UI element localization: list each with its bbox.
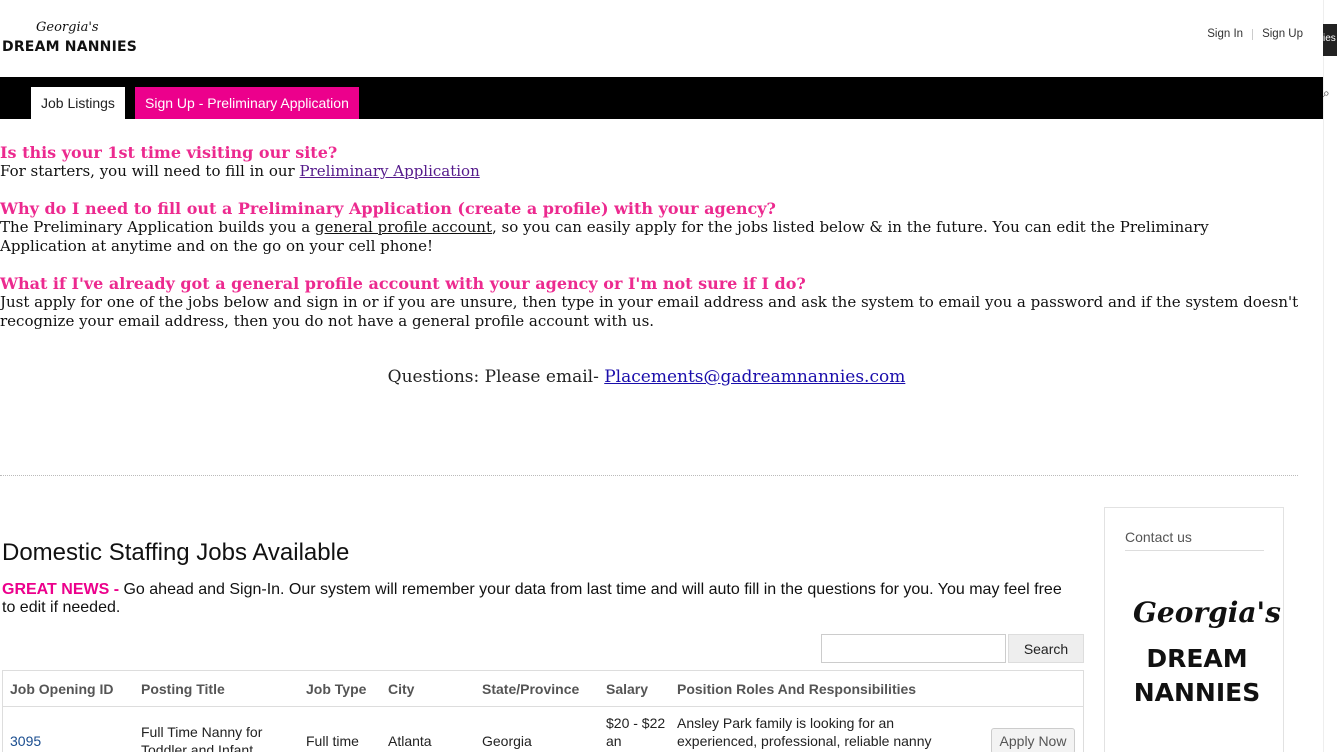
contact-logo-script: Georgia's xyxy=(1133,596,1281,629)
jobs-table: Job Opening ID Posting Title Job Type Ci… xyxy=(2,670,1084,752)
faq-answer-text: The Preliminary Application builds you a xyxy=(0,218,315,236)
jobs-title: Domestic Staffing Jobs Available xyxy=(2,539,350,566)
preliminary-application-link[interactable]: Preliminary Application xyxy=(299,162,479,180)
faq-question: Is this your 1st time visiting our site? xyxy=(0,143,338,162)
main-nav: Job Listings Sign Up - Preliminary Appli… xyxy=(0,77,1323,119)
general-profile-account-link[interactable]: general profile account xyxy=(315,218,492,236)
contact-logo-line2: NANNIES xyxy=(1133,678,1261,707)
great-news-highlight: GREAT NEWS - xyxy=(2,581,120,598)
side-tab[interactable]: ies xyxy=(1323,24,1337,56)
contact-title-underline xyxy=(1125,550,1264,551)
tab-job-listings[interactable]: Job Listings xyxy=(31,87,125,119)
column-header-roles[interactable]: Position Roles And Responsibilities xyxy=(677,681,916,697)
placements-email-link[interactable]: Placements@gadreamnannies.com xyxy=(604,367,905,387)
search-button[interactable]: Search xyxy=(1008,634,1084,663)
top-links: Sign In Sign Up xyxy=(1207,28,1303,40)
faq-first-visit: Is this your 1st time visiting our site?… xyxy=(0,143,1300,181)
column-header-state[interactable]: State/Province xyxy=(482,681,579,697)
logo-brand-text: DREAM NANNIES xyxy=(2,39,138,55)
faq-existing-account: What if I've already got a general profi… xyxy=(0,274,1300,331)
tab-signup-preliminary-application[interactable]: Sign Up - Preliminary Application xyxy=(135,87,359,119)
great-news-message: GREAT NEWS - Go ahead and Sign-In. Our s… xyxy=(2,581,1077,617)
questions-email-line: Questions: Please email- Placements@gadr… xyxy=(0,367,1293,387)
contact-title: Contact us xyxy=(1125,529,1192,545)
sign-up-link[interactable]: Sign Up xyxy=(1262,28,1303,40)
faq-question: Why do I need to fill out a Preliminary … xyxy=(0,199,776,218)
section-divider xyxy=(0,475,1298,476)
posting-title-cell[interactable]: Full Time Nanny for Toddler and Infant xyxy=(141,723,291,752)
table-header: Job Opening ID Posting Title Job Type Ci… xyxy=(3,671,1083,707)
side-tab-text: ies xyxy=(1323,33,1336,44)
faq-why-profile: Why do I need to fill out a Preliminary … xyxy=(0,199,1300,256)
job-type-cell: Full time xyxy=(306,733,359,749)
faq-answer-text: Just apply for one of the jobs below and… xyxy=(0,293,1299,330)
apply-now-button[interactable]: Apply Now xyxy=(991,728,1075,752)
contact-logo-line1: DREAM xyxy=(1146,644,1248,673)
site-logo[interactable]: Georgia's DREAM NANNIES xyxy=(2,20,137,60)
great-news-text: Go ahead and Sign-In. Our system will re… xyxy=(2,581,1062,616)
faq-question: What if I've already got a general profi… xyxy=(0,274,806,293)
sign-in-link[interactable]: Sign In xyxy=(1207,28,1243,40)
city-cell: Atlanta xyxy=(388,733,432,749)
state-cell: Georgia xyxy=(482,733,532,749)
column-header-salary[interactable]: Salary xyxy=(606,681,648,697)
column-header-job-type[interactable]: Job Type xyxy=(306,681,366,697)
faq-answer-text: For starters, you will need to fill in o… xyxy=(0,162,300,180)
browser-side-strip xyxy=(1323,0,1337,752)
column-header-city[interactable]: City xyxy=(388,681,414,697)
questions-label: Questions: Please email- xyxy=(387,367,605,387)
salary-cell: $20 - $22 an xyxy=(606,715,666,749)
job-search-input[interactable] xyxy=(821,634,1006,663)
job-id-link[interactable]: 3095 xyxy=(10,732,41,750)
column-header-job-id[interactable]: Job Opening ID xyxy=(10,681,113,697)
intro-section: Is this your 1st time visiting our site?… xyxy=(0,143,1300,349)
logo-script-text: Georgia's xyxy=(36,20,99,35)
top-links-divider xyxy=(1252,28,1254,40)
side-search-icon[interactable]: ⌕ xyxy=(1323,86,1337,102)
contact-widget: Contact us Georgia's DREAM NANNIES xyxy=(1104,507,1284,752)
roles-cell: Ansley Park family is looking for an exp… xyxy=(677,715,932,749)
column-header-posting-title[interactable]: Posting Title xyxy=(141,681,225,697)
